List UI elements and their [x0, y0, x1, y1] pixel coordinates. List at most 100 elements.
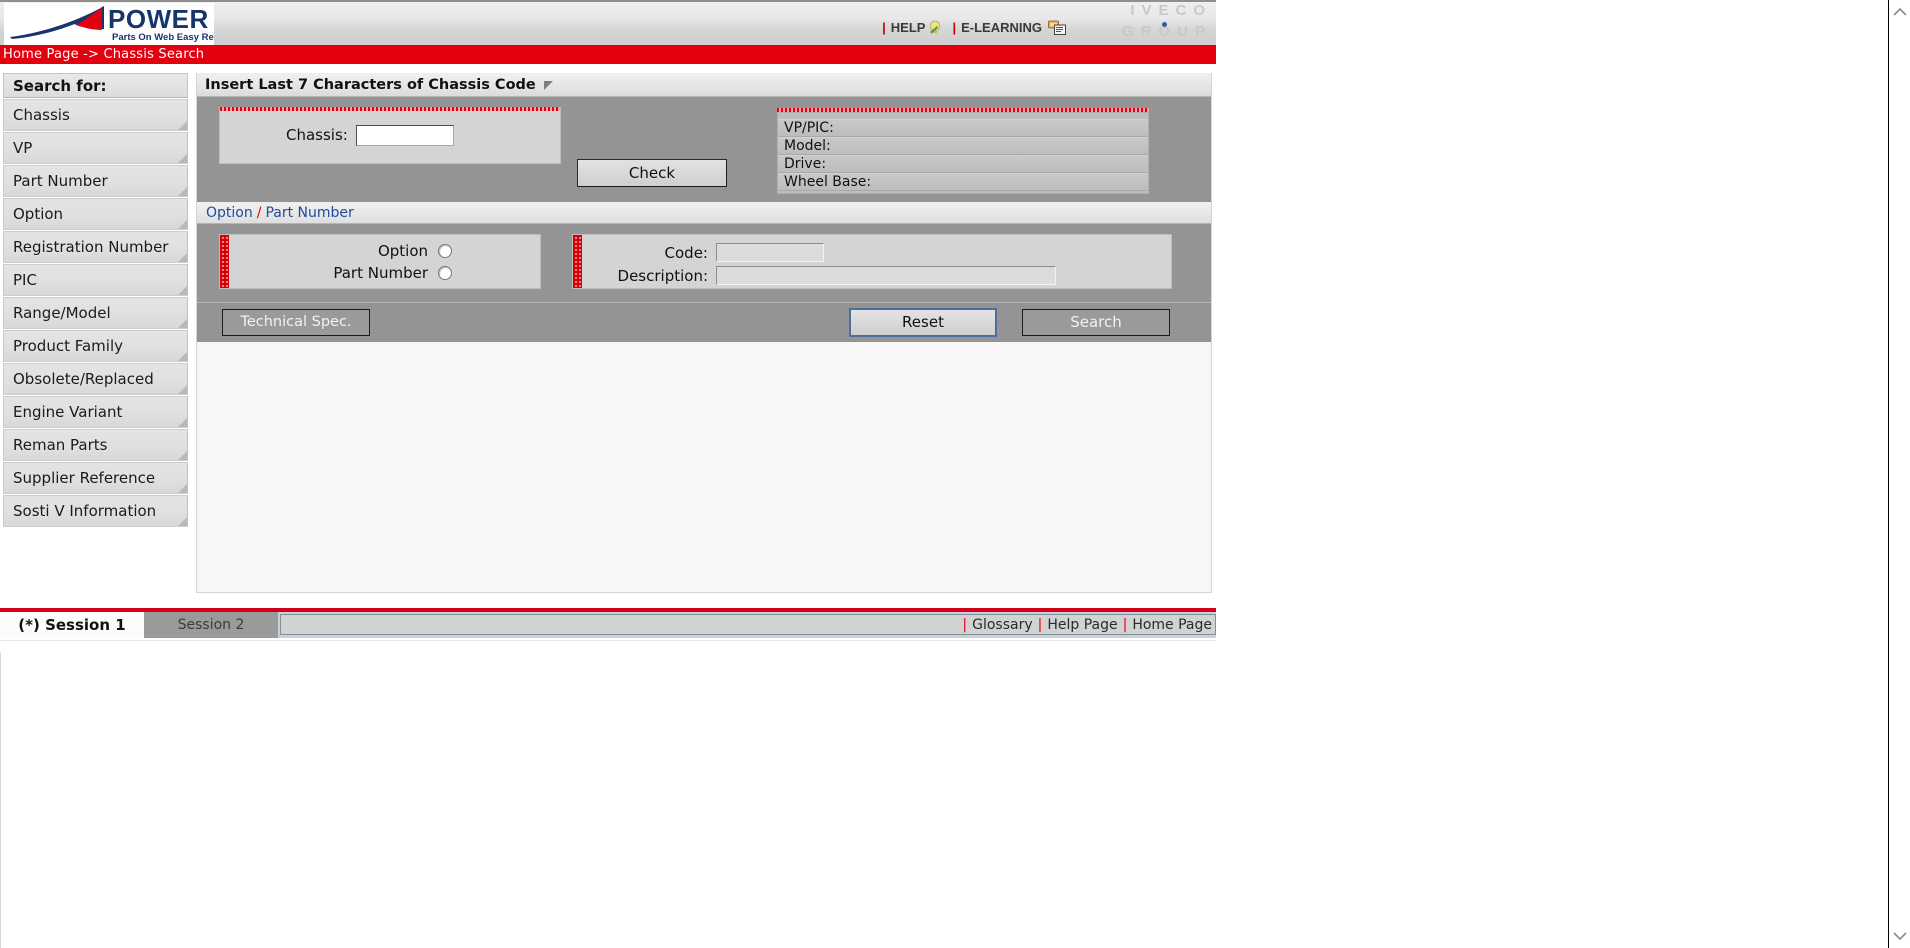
vertical-scrollbar[interactable] [1888, 0, 1910, 948]
content-empty-area [197, 342, 1211, 542]
chassis-row: Chassis: Check VP/PIC: Model: Drive: Whe… [197, 97, 1211, 202]
radio-part-number-label: Part Number [333, 264, 428, 282]
sidebar-item-label: Range/Model [13, 304, 111, 322]
resize-corner-icon [178, 418, 187, 427]
sidebar-item-label: Engine Variant [13, 403, 123, 421]
search-button[interactable]: Search [1022, 309, 1170, 336]
radio-option[interactable] [438, 244, 452, 258]
session-tab-1[interactable]: (*) Session 1 [0, 612, 144, 638]
sidebar-item-label: PIC [13, 271, 37, 289]
chassis-section-title: Insert Last 7 Characters of Chassis Code [205, 77, 536, 93]
resize-corner-icon [178, 517, 187, 526]
sidebar-item-registration-number[interactable]: Registration Number [3, 231, 188, 263]
sidebar-item-label: Option [13, 205, 64, 223]
tab-part-number[interactable]: Part Number [265, 205, 353, 221]
watermark-line-2: GROUP [1121, 23, 1212, 40]
option-part-number-tabs: Option / Part Number [197, 202, 1211, 224]
footer-links-area: | Glossary | Help Page | Home Page [280, 614, 1216, 635]
collapse-triangle-icon[interactable] [543, 80, 553, 90]
resize-corner-icon [178, 253, 187, 262]
sidebar-item-vp[interactable]: VP [3, 132, 188, 164]
sidebar-item-reman-parts[interactable]: Reman Parts [3, 429, 188, 461]
sidebar-item-product-family[interactable]: Product Family [3, 330, 188, 362]
resize-corner-icon [178, 121, 187, 130]
resize-corner-icon [178, 319, 187, 328]
description-row: Description: [593, 264, 1171, 287]
footer-separator-2: | [1037, 616, 1043, 633]
resize-corner-icon [178, 484, 187, 493]
radio-option-label: Option [377, 242, 428, 260]
sidebar-item-range-model[interactable]: Range/Model [3, 297, 188, 329]
sidebar-item-sosti-v-information[interactable]: Sosti V Information [3, 495, 188, 527]
power-logo[interactable]: POWER Parts On Web Easy Research [4, 3, 214, 45]
footer-bar: (*) Session 1 Session 2 | Glossary | Hel… [0, 612, 1216, 638]
tab-option[interactable]: Option [206, 205, 253, 221]
reset-label: Reset [902, 313, 944, 331]
iveco-group-watermark: IVECO GROUP [1062, 2, 1212, 45]
description-label: Description: [617, 266, 708, 285]
sidebar-item-label: Supplier Reference [13, 469, 156, 487]
help-page-link[interactable]: Help Page [1047, 617, 1117, 633]
tab-separator: / [256, 205, 262, 221]
option-row: Option Part Number Code: Description: [197, 224, 1211, 302]
chassis-input-group: Chassis: [219, 107, 561, 164]
breadcrumb: Home Page -> Chassis Search [0, 45, 1216, 65]
main-content: Insert Last 7 Characters of Chassis Code… [196, 73, 1212, 593]
sidebar-title: Search for: [3, 73, 188, 98]
header-separator-2: | [952, 20, 957, 35]
sidebar-item-label: Registration Number [13, 238, 169, 256]
chassis-label: Chassis: [286, 126, 348, 144]
sidebar-item-label: VP [13, 139, 33, 157]
red-dotted-top-border [220, 107, 560, 111]
glossary-link[interactable]: Glossary [972, 617, 1033, 633]
power-logo-svg: POWER Parts On Web Easy Research [4, 3, 214, 45]
radio-row-part-number[interactable]: Part Number [240, 262, 540, 284]
chassis-input[interactable] [355, 124, 454, 146]
svg-text:Parts On Web Easy Research: Parts On Web Easy Research [112, 32, 214, 43]
option-radio-group: Option Part Number [219, 234, 541, 289]
description-input[interactable] [716, 266, 1056, 285]
vehicle-info-row-wheel-base: Wheel Base: [778, 173, 1148, 191]
sidebar-item-label: Obsolete/Replaced [13, 370, 154, 388]
help-link[interactable]: HELP [891, 20, 926, 35]
check-button[interactable]: Check [577, 159, 727, 187]
breadcrumb-text[interactable]: Home Page -> Chassis Search [3, 47, 204, 62]
sidebar: Search for: Chassis VP Part Number Optio… [0, 65, 192, 527]
drive-label: Drive: [784, 156, 827, 172]
red-dotted-left-border [220, 235, 229, 288]
technical-spec-label: Technical Spec. [240, 314, 352, 330]
vp-pic-label: VP/PIC: [784, 120, 834, 136]
session-tab-2[interactable]: Session 2 [144, 612, 278, 638]
session-tab-2-label: Session 2 [177, 617, 245, 633]
resize-corner-icon [178, 187, 187, 196]
red-dotted-left-border [573, 235, 582, 288]
model-label: Model: [784, 138, 831, 154]
radio-part-number[interactable] [438, 266, 452, 280]
vehicle-info-row-model: Model: [778, 137, 1148, 155]
elearning-link[interactable]: E-LEARNING [961, 20, 1042, 35]
scroll-down-arrow-icon[interactable] [1889, 924, 1910, 948]
sidebar-item-chassis[interactable]: Chassis [3, 99, 188, 131]
resize-corner-icon [178, 352, 187, 361]
technical-spec-button[interactable]: Technical Spec. [222, 309, 370, 336]
app-header: POWER Parts On Web Easy Research | HELP … [0, 0, 1216, 45]
chassis-panel: Chassis: Check VP/PIC: Model: Drive: Whe… [197, 97, 1211, 202]
sidebar-item-part-number[interactable]: Part Number [3, 165, 188, 197]
code-label: Code: [664, 243, 708, 262]
sidebar-item-option[interactable]: Option [3, 198, 188, 230]
vehicle-info-row-vp-pic: VP/PIC: [778, 119, 1148, 137]
sidebar-item-pic[interactable]: PIC [3, 264, 188, 296]
page-root: POWER Parts On Web Easy Research | HELP … [0, 0, 1910, 948]
home-page-link[interactable]: Home Page [1132, 617, 1212, 633]
sidebar-item-supplier-reference[interactable]: Supplier Reference [3, 462, 188, 494]
reset-button[interactable]: Reset [849, 308, 997, 337]
footer-separator-1: | [962, 616, 968, 633]
scroll-up-arrow-icon[interactable] [1889, 0, 1910, 24]
code-input[interactable] [716, 243, 824, 262]
sidebar-item-label: Chassis [13, 106, 70, 124]
sidebar-item-label: Sosti V Information [13, 502, 157, 520]
radio-row-option[interactable]: Option [240, 240, 540, 262]
chassis-section-header[interactable]: Insert Last 7 Characters of Chassis Code [197, 73, 1211, 97]
sidebar-item-obsolete-replaced[interactable]: Obsolete/Replaced [3, 363, 188, 395]
sidebar-item-engine-variant[interactable]: Engine Variant [3, 396, 188, 428]
